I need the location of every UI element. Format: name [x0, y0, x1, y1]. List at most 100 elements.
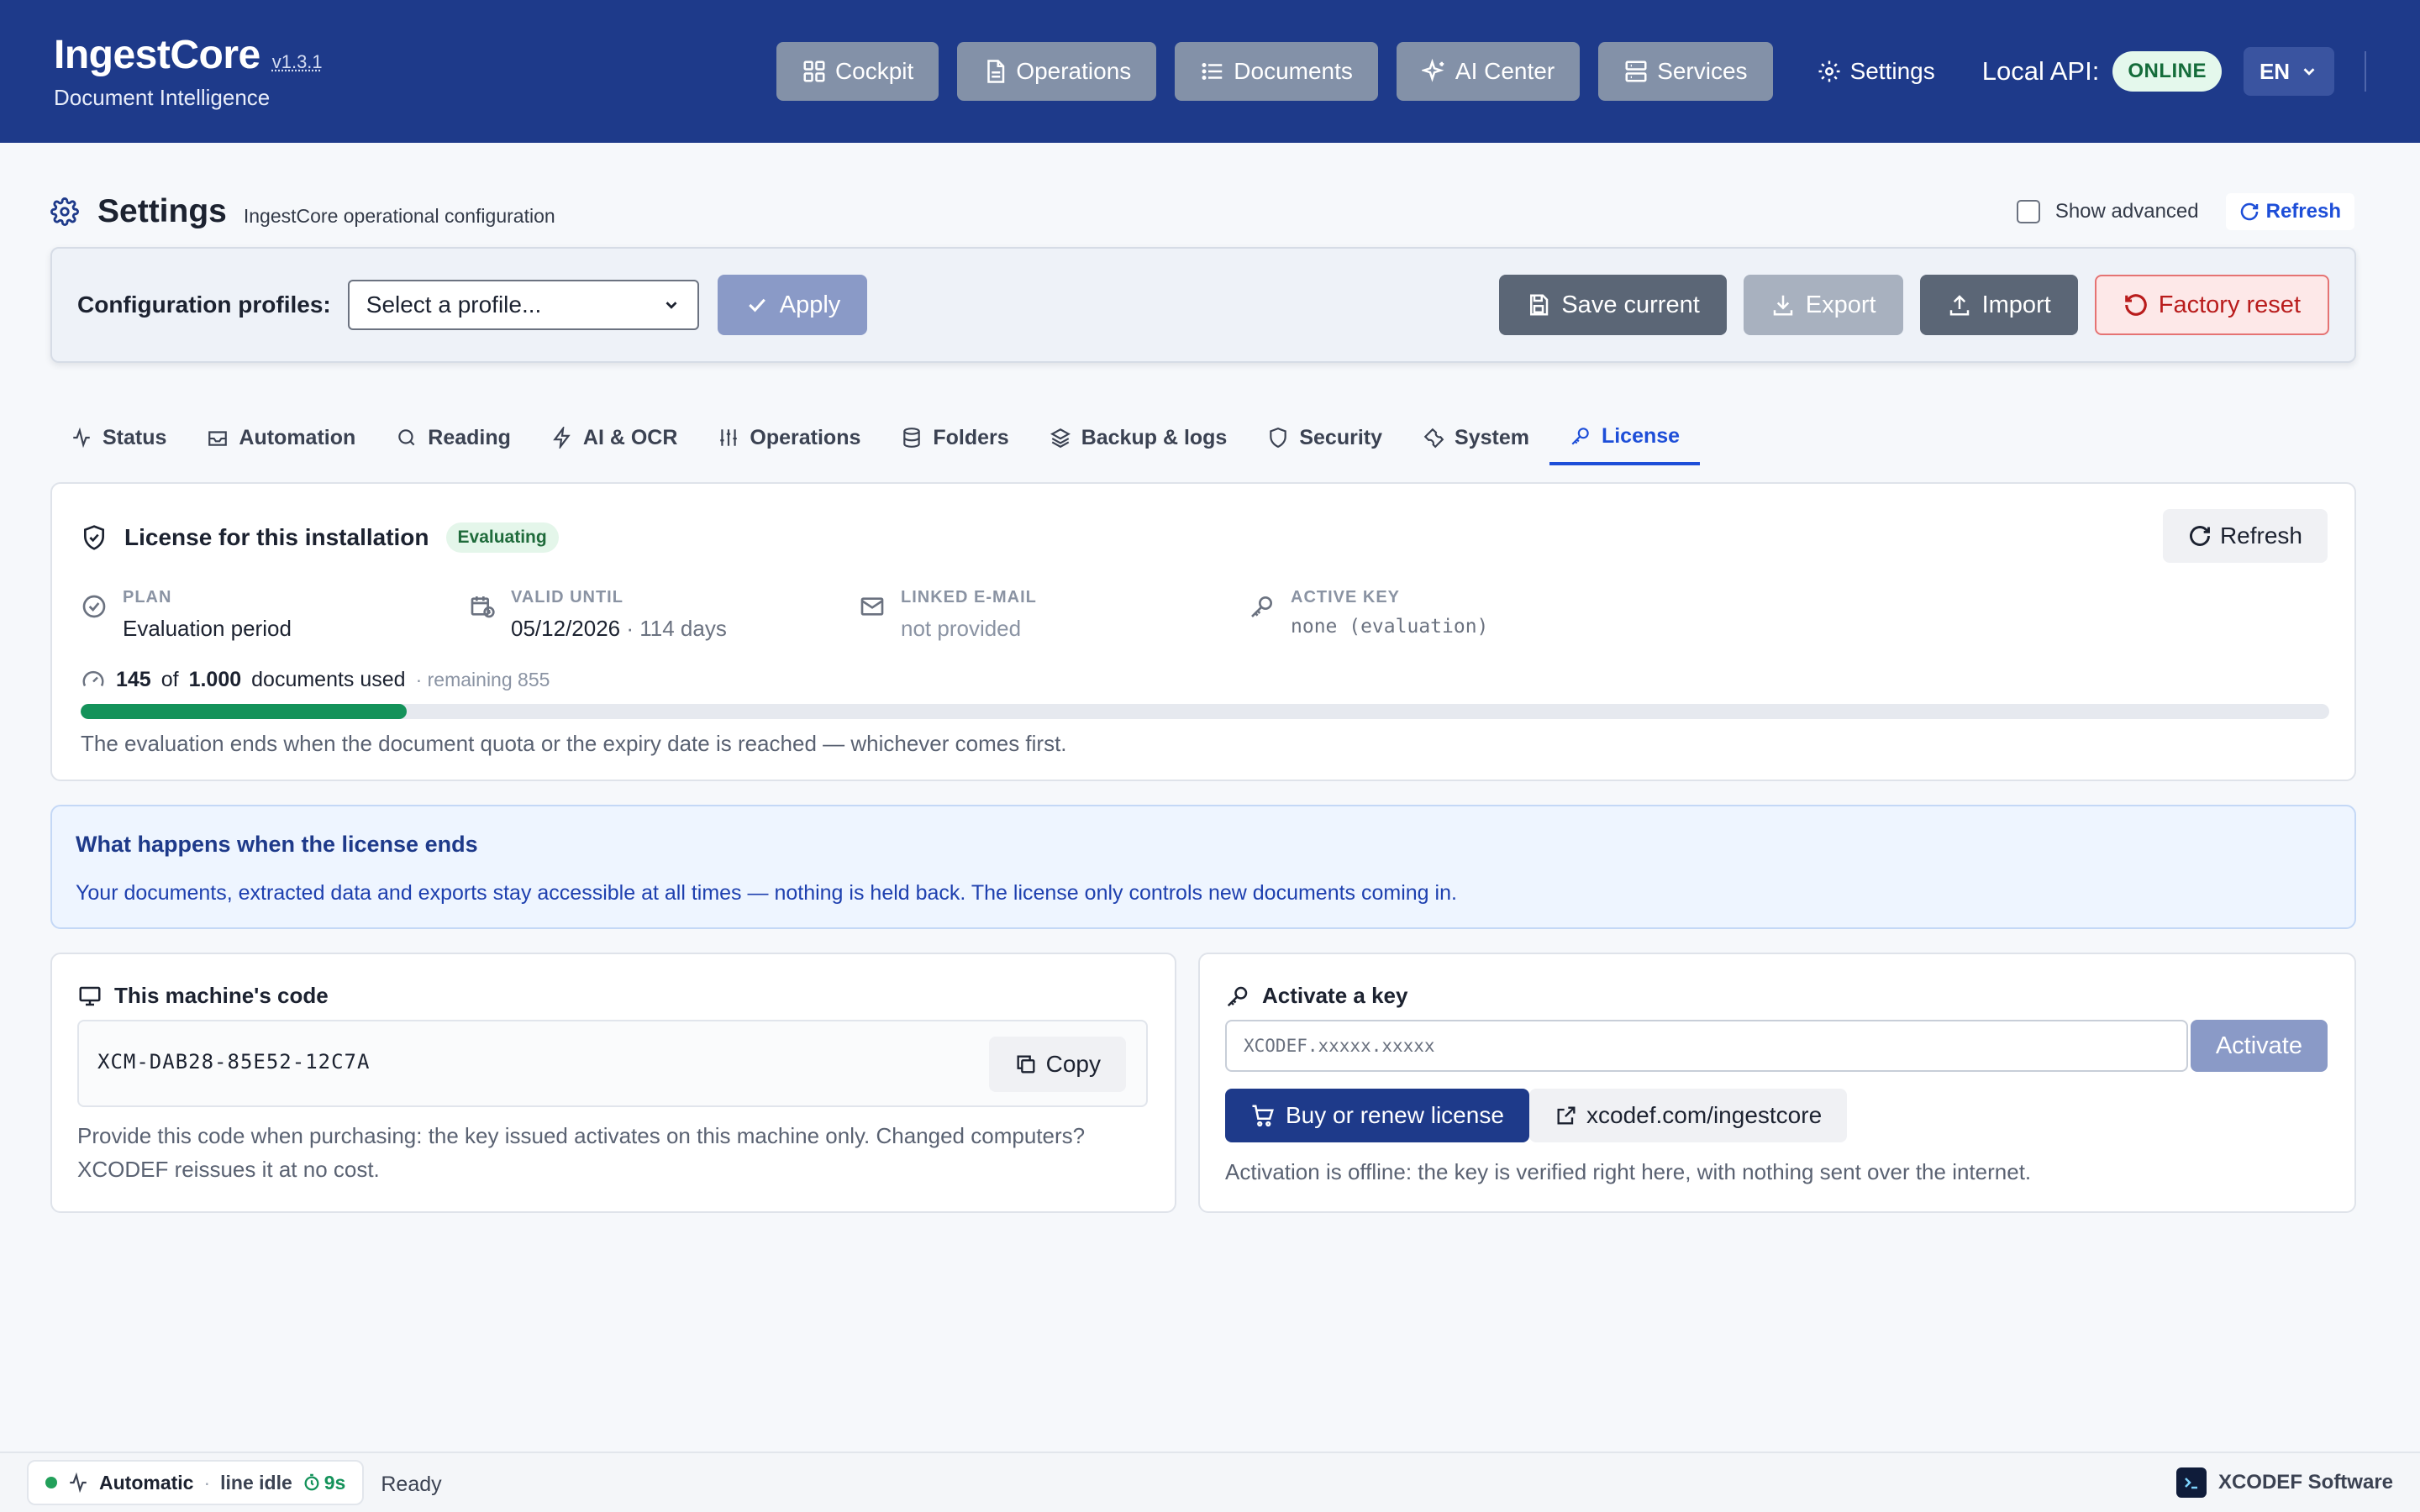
app-version[interactable]: v1.3.1	[272, 51, 323, 73]
profile-select[interactable]: Select a profile...	[347, 280, 699, 330]
show-advanced-checkbox[interactable]	[2016, 200, 2040, 223]
layers-icon	[1050, 428, 1071, 449]
chevron-down-icon	[2303, 68, 2315, 76]
check-icon	[748, 298, 765, 312]
license-refresh-button[interactable]: Refresh	[2162, 509, 2328, 563]
api-label: Local API:	[1981, 56, 2100, 86]
automation-mode: Automatic	[99, 1471, 194, 1494]
tab-automation[interactable]: Automation	[187, 410, 376, 465]
list-icon	[1202, 63, 1223, 80]
tab-backup-logs[interactable]: Backup & logs	[1029, 410, 1248, 465]
import-button[interactable]: Import	[1919, 275, 2078, 335]
factory-reset-button[interactable]: Factory reset	[2094, 275, 2329, 335]
brand: IngestCore v1.3.1 Document Intelligence	[54, 32, 323, 111]
key-icon	[1571, 428, 1589, 445]
tab-license[interactable]: License	[1549, 410, 1701, 465]
api-status-badge: ONLINE	[2112, 51, 2222, 92]
external-link-icon	[1557, 1106, 1576, 1125]
ready-status: Ready	[381, 1472, 442, 1496]
settings-tabs: Status Automation Reading AI & OCR Opera…	[50, 410, 2356, 465]
refresh-icon	[2190, 526, 2210, 546]
sparkles-icon	[1421, 59, 1444, 82]
activate-button[interactable]: Activate	[2190, 1020, 2328, 1072]
app-subtitle: Document Intelligence	[54, 85, 271, 110]
database-icon	[903, 428, 921, 448]
license-key-input[interactable]: XCODEF.xxxxx.xxxxx	[1225, 1020, 2188, 1072]
refresh-icon	[2240, 202, 2258, 221]
tab-operations[interactable]: Operations	[697, 410, 881, 465]
machine-code-title: This machine's code	[114, 983, 329, 1008]
top-bar: IngestCore v1.3.1 Document Intelligence …	[0, 0, 2420, 143]
show-advanced-label[interactable]: Show advanced	[2055, 200, 2199, 223]
usage-progress-bar	[81, 704, 2329, 719]
tab-status[interactable]: Status	[50, 410, 187, 465]
info-title: What happens when the license ends	[76, 832, 478, 857]
info-text: Your documents, extracted data and expor…	[76, 881, 1457, 905]
active-key-value: none (evaluation)	[1291, 616, 1489, 638]
usage-progress-fill	[81, 704, 408, 719]
machine-code-card: This machine's code XCM-DAB28-85E52-12C7…	[50, 953, 1176, 1213]
tab-system[interactable]: System	[1402, 410, 1549, 465]
save-icon	[1530, 294, 1549, 316]
status-dot	[45, 1477, 57, 1488]
line-state: line idle	[220, 1471, 292, 1494]
monitor-icon	[79, 986, 101, 1005]
linked-email-field: LINKED E-MAIL not provided	[859, 588, 1037, 642]
save-current-button[interactable]: Save current	[1499, 275, 1727, 335]
status-bar: Automatic · line idle 9s Ready XCODEF So…	[0, 1452, 2420, 1512]
nav-documents-button[interactable]: Documents	[1175, 42, 1378, 101]
page-refresh-button[interactable]: Refresh	[2225, 193, 2354, 230]
key-icon	[1251, 596, 1272, 617]
key-icon	[1227, 986, 1248, 1006]
nav-operations-button[interactable]: Operations	[957, 42, 1157, 101]
gear-icon	[1818, 60, 1840, 82]
nav-services-button[interactable]: Services	[1598, 42, 1773, 101]
plan-value: Evaluation period	[123, 616, 292, 641]
bolt-icon	[553, 427, 571, 449]
license-title: License for this installation	[124, 524, 429, 550]
main-nav: Cockpit Operations Documents AI Center S…	[776, 42, 2366, 101]
valid-until-field: VALID UNTIL 05/12/2026 · 114 days	[469, 588, 727, 642]
nav-ai-center-button[interactable]: AI Center	[1396, 42, 1581, 101]
chevron-down-icon	[666, 302, 677, 309]
check-circle-icon	[82, 595, 106, 618]
linked-email-label: LINKED E-MAIL	[901, 588, 1037, 606]
nav-cockpit-button[interactable]: Cockpit	[776, 42, 939, 101]
plan-label: PLAN	[123, 588, 172, 606]
activate-title: Activate a key	[1262, 983, 1408, 1008]
copy-code-button[interactable]: Copy	[988, 1037, 1126, 1092]
documents-used-count: 145	[116, 667, 151, 691]
inbox-icon	[208, 431, 228, 446]
copy-icon	[1017, 1055, 1035, 1074]
config-profiles-bar: Configuration profiles: Select a profile…	[50, 247, 2356, 363]
vendor-site-link[interactable]: xcodef.com/ingestcore	[1529, 1089, 1848, 1142]
license-status-badge: Evaluating	[445, 522, 559, 553]
export-button[interactable]: Export	[1743, 275, 1903, 335]
divider	[2365, 51, 2366, 92]
shield-icon	[1270, 428, 1287, 449]
cart-icon	[1252, 1105, 1274, 1127]
tab-reading[interactable]: Reading	[376, 410, 531, 465]
activation-note: Activation is offline: the key is verifi…	[1225, 1159, 2032, 1184]
shield-check-icon	[84, 525, 104, 550]
language-select[interactable]: EN	[2244, 47, 2334, 96]
automation-status-pill[interactable]: Automatic · line idle 9s	[27, 1460, 365, 1505]
tab-security[interactable]: Security	[1247, 410, 1402, 465]
mail-icon	[860, 597, 884, 616]
gear-icon	[50, 197, 79, 226]
pulse-icon	[73, 427, 90, 449]
cycle-timer: 9s	[302, 1472, 345, 1494]
documents-remaining: · remaining 855	[415, 668, 550, 690]
grid-icon	[803, 60, 825, 82]
document-icon	[987, 60, 1005, 83]
tab-ai-ocr[interactable]: AI & OCR	[531, 410, 698, 465]
tab-folders[interactable]: Folders	[881, 410, 1028, 465]
machine-code[interactable]: XCM-DAB28-85E52-12C7A	[97, 1050, 370, 1074]
license-note: The evaluation ends when the document qu…	[81, 731, 1067, 756]
app-name: IngestCore	[54, 33, 260, 77]
active-key-field: ACTIVE KEY none (evaluation)	[1249, 588, 1488, 638]
apply-profile-button[interactable]: Apply	[717, 275, 868, 335]
nav-settings-link[interactable]: Settings	[1817, 58, 1935, 85]
buy-license-button[interactable]: Buy or renew license	[1225, 1089, 1529, 1142]
server-icon	[1625, 60, 1647, 82]
